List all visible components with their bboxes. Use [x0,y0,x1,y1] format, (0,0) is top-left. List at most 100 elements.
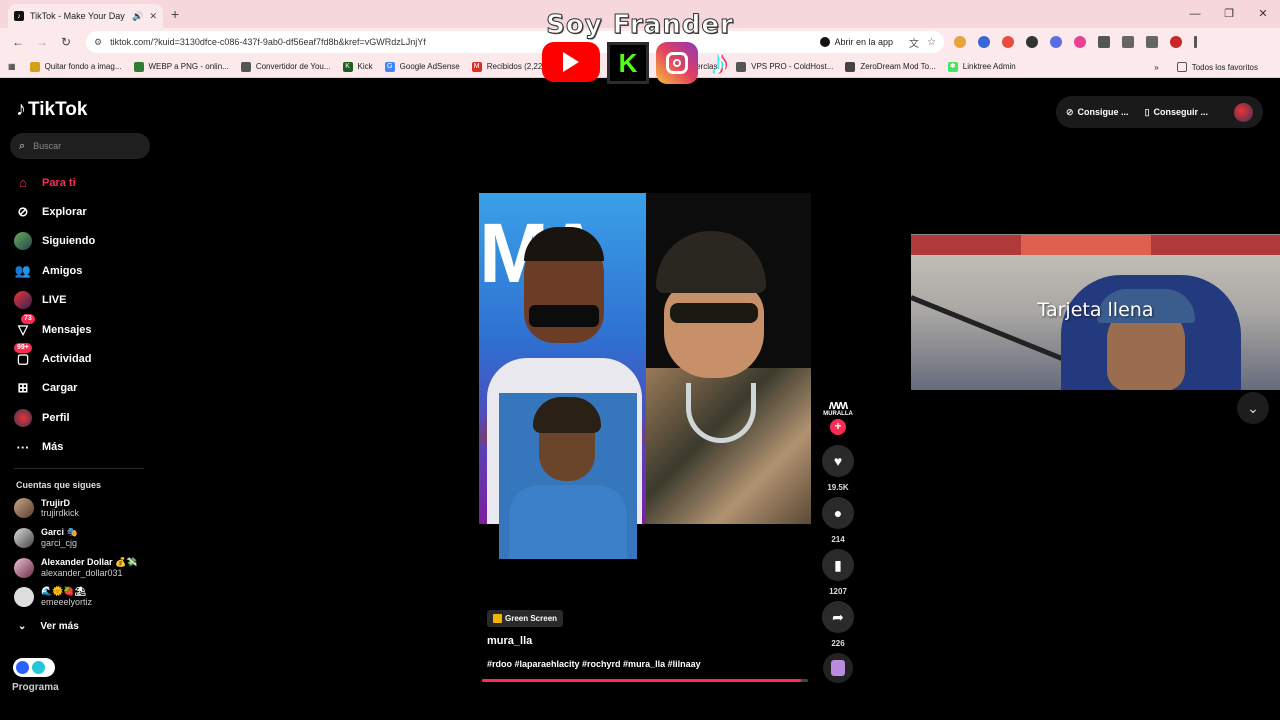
bookmark-favicon-icon: G [384,61,395,72]
program-widget[interactable] [13,658,55,677]
effect-icon [493,614,502,623]
bookmark-item[interactable]: VPS PRO - ColdHost... [736,61,833,72]
video-progress-bar[interactable] [482,679,808,682]
extension-icon[interactable] [954,36,966,48]
reload-button[interactable]: ↻ [56,35,76,49]
sidebar-nav: ⌂ Para ti ⊘ Explorar Siguiendo 👥 Amigos … [14,168,154,462]
extension-icon[interactable] [978,36,990,48]
following-section-title: Cuentas que sigues [16,480,102,490]
profile-avatar-icon[interactable] [1170,36,1182,48]
green-screen-person [499,393,637,559]
open-in-app-label: Abrir en la app [834,37,894,47]
share-button[interactable]: ➦ 226 [822,601,854,648]
chevron-more-icon[interactable]: » [1154,63,1158,72]
sidebar-divider [14,468,144,469]
sidepanel-icon[interactable] [1122,36,1134,48]
all-bookmarks-button[interactable]: Todos los favoritos [1176,62,1258,72]
nav-live[interactable]: LIVE [14,286,154,315]
restore-button[interactable]: ❐ [1212,0,1246,28]
see-more-button[interactable]: ⌄ Ver más [18,621,79,632]
screen: ♪ TikTok - Make Your Day 🔊 ✕ + — ❐ ✕ ← →… [0,0,1280,720]
get-app-button[interactable]: ▯ Conseguir ... [1145,107,1208,118]
activity-badge: 99+ [14,343,32,354]
bookmark-item[interactable]: WEBP a PNG - onlin... [133,61,229,72]
nav-mas[interactable]: ··· Más [14,433,154,462]
translate-icon[interactable]: 文 [909,35,919,50]
followed-account[interactable]: 🌊🌞🍓⛱ emeeelyortiz [14,586,92,607]
video-person-2 [664,283,764,378]
nav-perfil[interactable]: Perfil [14,403,154,432]
nav-amigos[interactable]: 👥 Amigos [14,256,154,285]
bookmark-item[interactable]: M Recibidos (2,229 [471,61,547,72]
tiktok-logo[interactable]: ♪ TikTok [16,98,87,121]
nav-cargar[interactable]: ⊞ Cargar [14,374,154,403]
top-actions: ⊘ Consigue ... ▯ Conseguir ... [1056,96,1263,128]
extension-icon[interactable] [1026,36,1038,48]
followed-account[interactable]: TrujirD trujirdkick [14,498,79,518]
video-person-2-glasses [670,303,758,323]
nav-actividad[interactable]: ▢ 99+ Actividad [14,343,154,373]
new-tab-button[interactable]: + [171,6,179,22]
bookmark-favicon-icon [29,61,40,72]
chevron-down-icon: ⌄ [18,621,27,632]
video-person-1-glasses [529,305,599,327]
apps-icon[interactable]: ▦ [8,62,16,71]
next-video-button[interactable]: ⌄ [1237,392,1269,424]
site-info-icon[interactable]: ⚙ [94,37,102,48]
bookmark-item[interactable]: G Google AdSense [384,61,460,72]
browser-tab[interactable]: ♪ TikTok - Make Your Day 🔊 ✕ [8,4,163,28]
bookmark-icon: ▮ [822,549,854,581]
avatar [14,527,34,548]
following-avatar [14,232,32,251]
stream-overlay-title: Soy Frander [546,10,734,41]
phone-icon: ▯ [1144,106,1150,117]
bookmark-item[interactable]: ✱ Linktree Admin [947,61,1016,72]
bookmark-item[interactable]: Convertidor de You... [240,61,331,72]
green-screen-tag[interactable]: Green Screen [487,610,564,627]
like-button[interactable]: ♥ 19.5K [822,445,854,492]
bookmark-star-icon[interactable]: ☆ [927,37,936,48]
bookmark-item[interactable]: K Kick [342,61,373,72]
user-avatar[interactable] [1234,103,1253,122]
home-icon: ⌂ [19,175,27,191]
avatar [14,586,34,607]
media-icon[interactable] [1146,36,1158,48]
tab-title: TikTok - Make Your Day [30,11,125,21]
close-tab-icon[interactable]: ✕ [149,11,157,22]
compass-icon: ⊘ [17,204,29,220]
nav-para-ti[interactable]: ⌂ Para ti [14,168,154,197]
open-in-app-button[interactable]: Abrir en la app [820,37,893,47]
puzzle-icon[interactable] [1098,36,1110,48]
program-label: Programa [12,682,59,693]
get-coins-button[interactable]: ⊘ Consigue ... [1066,107,1129,118]
avatar [14,557,34,578]
followed-account[interactable]: Garci 🎭 garci_cjg [14,527,78,548]
comment-button[interactable]: ● 214 [822,497,854,544]
bookmark-item[interactable]: ZeroDream Mod To... [845,61,936,72]
extension-icon[interactable] [1050,36,1062,48]
search-input[interactable]: ⌕ Buscar [10,133,150,159]
forward-button[interactable]: → [32,35,52,49]
nav-explorar[interactable]: ⊘ Explorar [14,197,154,226]
extension-icon[interactable] [1074,36,1086,48]
search-icon: ⌕ [19,139,26,152]
minimize-button[interactable]: — [1178,0,1212,28]
back-button[interactable]: ← [8,35,28,49]
music-disc-icon[interactable] [823,653,853,683]
extension-icon[interactable] [1002,36,1014,48]
tiktok-logo-icon: ♪ [711,43,729,82]
save-button[interactable]: ▮ 1207 [822,549,854,596]
followed-account[interactable]: Alexander Dollar 💰💸 alexander_dollar031 [14,557,137,578]
nav-mensajes[interactable]: ▽ 73 Mensajes [14,313,154,344]
follow-button[interactable]: + [830,419,846,435]
video-author[interactable]: mura_lla [487,635,532,647]
nav-siguiendo[interactable]: Siguiendo [14,227,154,256]
video-caption[interactable]: #rdoo #laparaehlacity #rochyrd #mura_lla… [487,659,701,669]
close-window-button[interactable]: ✕ [1246,0,1280,28]
search-placeholder: Buscar [33,141,62,151]
video-player[interactable]: MA [479,193,811,559]
kick-icon: K [607,42,649,84]
speaker-icon[interactable]: 🔊 [132,11,143,22]
bookmark-item[interactable]: Quitar fondo a imag... [29,61,122,72]
kebab-menu-icon[interactable] [1194,36,1197,48]
